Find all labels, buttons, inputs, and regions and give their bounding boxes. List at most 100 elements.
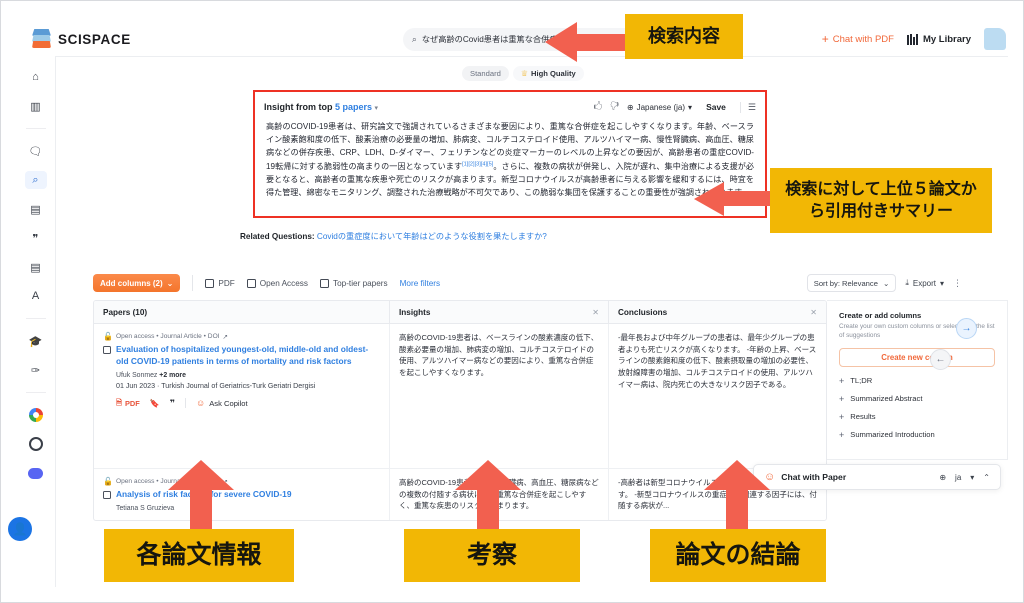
- toolbar-divider: [192, 275, 194, 291]
- related-question-link[interactable]: Covidの重症度において年齢はどのような役割を果たしますか?: [317, 232, 547, 241]
- openai-icon[interactable]: [25, 435, 47, 453]
- suggestion-summarized-abstract[interactable]: + Summarized Abstract: [839, 394, 995, 404]
- add-columns-button[interactable]: Add columns (2) ⌄: [93, 274, 181, 292]
- download-icon: ⤓: [905, 278, 909, 287]
- annotation-conclusions-col: 論文の結論: [650, 529, 826, 582]
- column-header-papers[interactable]: Papers (10): [94, 301, 390, 323]
- header-divider: [16, 56, 1008, 57]
- create-new-column-button[interactable]: Create new column: [839, 347, 995, 367]
- left-nav-rail: ⌂ ▥ 🗨 ⌕ ▤ ❞ ▤ A 🎓 ✑: [16, 56, 56, 587]
- top-right-actions: + Chat with PDF My Library: [822, 28, 1006, 50]
- prev-arrow-button[interactable]: ←: [930, 349, 951, 370]
- sidebar-item-extract-data[interactable]: ▤: [25, 258, 47, 276]
- filter-top-tier[interactable]: Top-tier papers: [320, 278, 388, 288]
- collapse-icon[interactable]: ⌃: [983, 473, 990, 482]
- open-lock-icon: 🔓: [103, 332, 113, 341]
- insight-title[interactable]: Insight from top 5 papers ▾: [264, 102, 378, 112]
- sidebar-item-search[interactable]: ⌕: [24, 171, 47, 189]
- quality-high-pill[interactable]: ♕ High Quality: [512, 66, 584, 81]
- column-header-papers-label: Papers (10): [103, 307, 148, 317]
- related-questions: Related Questions: Covidの重症度において年齢はどのような…: [240, 230, 547, 242]
- close-icon-insights[interactable]: ✕: [592, 308, 599, 317]
- related-questions-label: Related Questions:: [240, 232, 315, 241]
- paper-meta-label: Open access • Journal Article • DOI: [115, 333, 220, 340]
- sidebar-item-home[interactable]: ⌂: [25, 68, 47, 86]
- filter-pdf[interactable]: PDF: [205, 278, 235, 288]
- thumbs-down-icon[interactable]: 🖓: [610, 99, 619, 115]
- table-right-controls: Sort by: Relevance ⌄ ⤓ Export ▾ ⋮: [806, 274, 962, 292]
- paper-title-link[interactable]: Evaluation of hospitalized youngest-old,…: [116, 344, 380, 368]
- sidebar-item-notebook[interactable]: ▤: [25, 200, 47, 218]
- paper-cell: 🔓 Open access • Journal Article • DOI ↗ …: [94, 324, 390, 468]
- ask-copilot-button[interactable]: ☺ Ask Copilot: [196, 398, 248, 408]
- sidebar-item-paraphraser[interactable]: A: [25, 287, 47, 305]
- my-library-button[interactable]: My Library: [906, 33, 971, 45]
- external-link-icon[interactable]: ↗: [223, 333, 229, 341]
- insight-cell[interactable]: 高齢のCOVID-19患者は、ベースラインの酸素濃度の低下、酸素必要量の増加、肺…: [390, 324, 609, 468]
- chat-with-paper-dock[interactable]: ☺ Chat with Paper ⊕ ja ▾ ⌃: [753, 464, 1001, 490]
- sidebar-item-citations[interactable]: ❞: [25, 229, 47, 247]
- conclusion-cell-text: -最年長および中年グループの患者は、最年少グループの患者よりも死亡リスクが高くな…: [618, 333, 817, 389]
- brand-logo-group[interactable]: SCISPACE: [32, 29, 232, 49]
- plus-icon-results: +: [839, 411, 845, 422]
- list-view-icon[interactable]: ☰: [739, 101, 756, 113]
- plus-icon-abstract: +: [839, 393, 845, 404]
- sort-by-dropdown[interactable]: Sort by: Relevance ⌄: [806, 274, 897, 292]
- rail-divider-2: [25, 318, 46, 319]
- annotation-insights-col: 考察: [404, 529, 580, 582]
- checkbox-icon-paper-select[interactable]: [103, 491, 111, 499]
- paper-meta: 🔓 Open access • Journal Article • DOI ↗: [103, 477, 380, 486]
- suggestion-summarized-introduction-label: Summarized Introduction: [850, 430, 935, 440]
- sort-by-label: Sort by: Relevance: [813, 278, 878, 288]
- search-icon: ⌕: [411, 33, 417, 44]
- more-filters-link[interactable]: More filters: [400, 279, 441, 288]
- column-header-insights[interactable]: Insights ✕: [390, 301, 609, 323]
- thumbs-up-icon[interactable]: 🖒: [594, 99, 603, 115]
- insight-actions: 🖒 🖓 ⊕ Japanese (ja) ▾ Save ☰: [594, 99, 756, 115]
- scispace-logo-icon: [32, 29, 51, 49]
- quote-icon[interactable]: ❞: [170, 398, 175, 409]
- sidebar-item-chat[interactable]: 🗨: [25, 142, 47, 160]
- sidebar-item-library[interactable]: ▥: [25, 97, 47, 115]
- conclusion-cell[interactable]: -最年長および中年グループの患者は、最年少グループの患者よりも死亡リスクが高くな…: [609, 324, 826, 468]
- user-avatar-button[interactable]: 👤: [8, 517, 32, 541]
- chevron-down-icon-export: ▾: [939, 278, 944, 288]
- language-selector[interactable]: ⊕ Japanese (ja) ▾: [627, 103, 692, 112]
- paper-authors-more[interactable]: +2 more: [159, 372, 186, 379]
- chevron-down-icon-chat-lang[interactable]: ▾: [970, 473, 974, 482]
- suggestion-results[interactable]: + Results: [839, 412, 995, 422]
- close-icon-conclusions[interactable]: ✕: [810, 308, 817, 317]
- quality-standard-pill[interactable]: Standard: [462, 66, 509, 81]
- chat-with-pdf-label: Chat with PDF: [832, 33, 894, 45]
- discord-icon[interactable]: [25, 464, 47, 482]
- rail-divider: [25, 128, 46, 129]
- annotation-paper-info-text: 各論文情報: [136, 540, 262, 569]
- annotation-search-content-text: 検索内容: [648, 26, 720, 47]
- add-columns-label: Add columns (2): [100, 278, 163, 288]
- insight-header: Insight from top 5 papers ▾ 🖒 🖓 ⊕ Japane…: [255, 92, 765, 115]
- chrome-extension-icon[interactable]: [25, 406, 47, 424]
- rail-divider-3: [25, 392, 46, 393]
- column-header-conclusions[interactable]: Conclusions ✕: [609, 301, 826, 323]
- suggestion-tldr[interactable]: + TL;DR: [839, 376, 995, 386]
- annotation-insight-summary: 検索に対して上位５論文から引用付きサマリー: [770, 168, 992, 233]
- pdf-icon: 🗎: [116, 397, 122, 407]
- chat-language-label[interactable]: ja: [955, 473, 961, 482]
- checkbox-icon-paper-select[interactable]: [103, 346, 111, 354]
- export-button[interactable]: ⤓ Export ▾: [905, 278, 944, 288]
- bookmark-icon[interactable]: 🔖: [150, 399, 160, 408]
- chat-dock-right: ⊕ ja ▾ ⌃: [939, 473, 990, 482]
- avatar[interactable]: [984, 28, 1006, 50]
- next-arrow-button[interactable]: →: [956, 318, 977, 339]
- chevron-down-icon[interactable]: ▾: [375, 105, 379, 112]
- filter-open-access[interactable]: Open Access: [246, 278, 308, 288]
- top-bar: SCISPACE ⌕ なぜ高齢のCovid患者は重篤な合併症を起こしやすいのか？…: [16, 22, 1008, 56]
- chat-with-pdf-button[interactable]: + Chat with PDF: [822, 33, 894, 45]
- suggestion-summarized-introduction[interactable]: + Summarized Introduction: [839, 430, 995, 440]
- column-header-conclusions-label: Conclusions: [618, 307, 668, 317]
- pdf-button[interactable]: 🗎 PDF: [116, 397, 140, 410]
- save-button[interactable]: Save: [700, 100, 732, 114]
- sidebar-item-rocket[interactable]: ✑: [25, 361, 47, 379]
- sidebar-item-academic[interactable]: 🎓: [25, 332, 47, 350]
- more-options-icon[interactable]: ⋮: [953, 278, 962, 289]
